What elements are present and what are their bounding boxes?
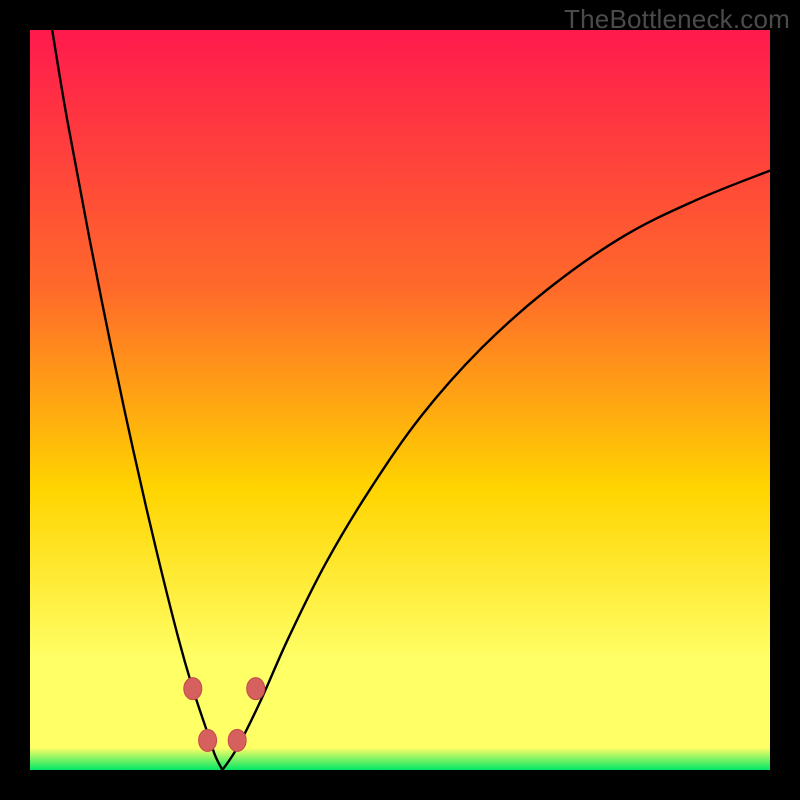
marker-dot bbox=[228, 729, 246, 751]
plot-area bbox=[30, 30, 770, 770]
gradient-background bbox=[30, 30, 770, 770]
marker-dot bbox=[184, 678, 202, 700]
marker-dot bbox=[247, 678, 265, 700]
bottleneck-chart bbox=[30, 30, 770, 770]
chart-frame: TheBottleneck.com bbox=[0, 0, 800, 800]
marker-dot bbox=[199, 729, 217, 751]
